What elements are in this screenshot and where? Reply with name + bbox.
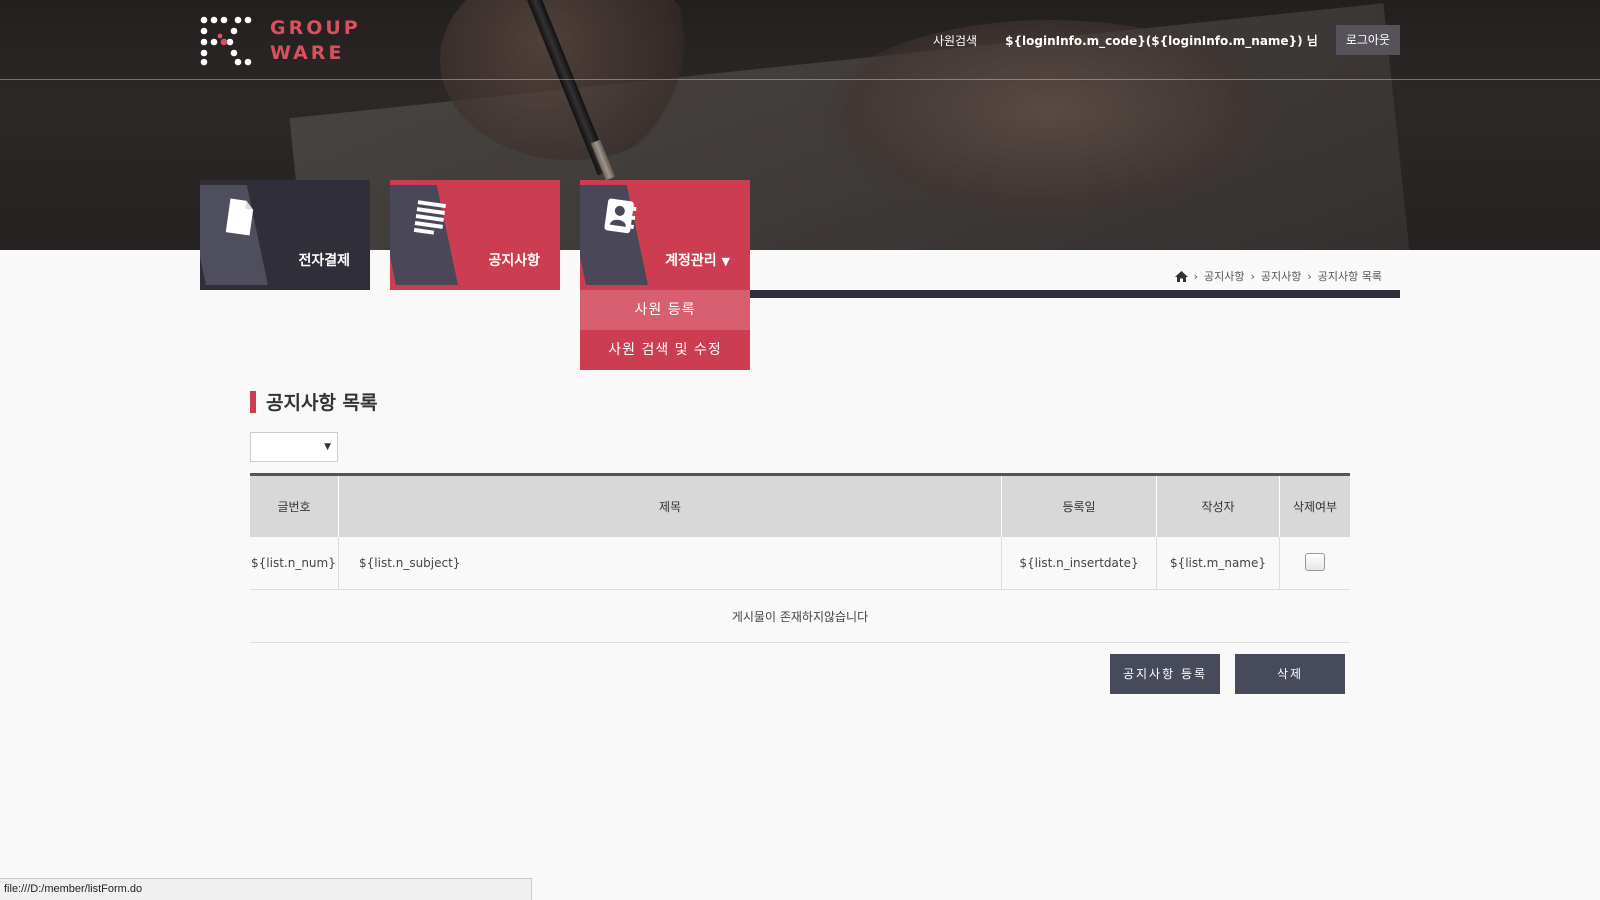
cell-date: ${list.n_insertdate} bbox=[1001, 537, 1157, 590]
breadcrumb-item[interactable]: 공지사항 bbox=[1261, 268, 1301, 284]
contact-book-icon bbox=[604, 198, 637, 234]
breadcrumb: › 공지사항 › 공지사항 › 공지사항 목록 bbox=[1174, 268, 1382, 284]
table-row-empty: 게시물이 존재하지않습니다 bbox=[250, 589, 1350, 643]
caret-down-icon: ▼ bbox=[721, 255, 730, 268]
list-document-icon bbox=[413, 200, 446, 235]
breadcrumb-item[interactable]: 공지사항 bbox=[1204, 268, 1244, 284]
tile-notice[interactable]: 공지사항 bbox=[390, 180, 560, 290]
tile-notice-label: 공지사항 bbox=[488, 253, 540, 269]
logo-text: GROUP WARE bbox=[270, 17, 361, 64]
tile-approval[interactable]: 전자결제 bbox=[200, 180, 370, 290]
home-icon[interactable] bbox=[1174, 270, 1188, 282]
page-title-text: 공지사항 목록 bbox=[266, 392, 378, 414]
breadcrumb-item-current: 공지사항 목록 bbox=[1317, 270, 1382, 283]
col-header-author: 작성자 bbox=[1156, 474, 1280, 537]
document-icon bbox=[225, 198, 254, 236]
chevron-right-icon: › bbox=[1307, 269, 1312, 283]
table-row: ${list.n_num} ${list.n_subject} ${list.n… bbox=[250, 537, 1350, 590]
chevron-right-icon: › bbox=[1250, 269, 1255, 283]
logout-button[interactable]: 로그아웃 bbox=[1335, 25, 1400, 55]
account-submenu: 사원 등록 사원 검색 및 수정 bbox=[580, 290, 750, 370]
col-header-subject: 제목 bbox=[338, 474, 1002, 537]
tile-account[interactable]: 계정관리 ▼ bbox=[580, 180, 750, 290]
cell-delete bbox=[1279, 537, 1350, 590]
page-title: 공지사항 목록 bbox=[250, 388, 378, 415]
col-header-num: 글번호 bbox=[250, 474, 339, 537]
col-header-date: 등록일 bbox=[1001, 474, 1157, 537]
cell-author: ${list.m_name} bbox=[1156, 537, 1280, 590]
title-accent-bar bbox=[250, 390, 256, 413]
submenu-item-search-edit[interactable]: 사원 검색 및 수정 bbox=[580, 330, 750, 370]
register-notice-button[interactable]: 공지사항 등록 bbox=[1110, 654, 1220, 694]
header-nav: 사원검색 ${loginInfo.m_code}(${loginInfo.m_n… bbox=[933, 25, 1400, 55]
empty-message: 게시물이 존재하지않습니다 bbox=[250, 589, 1350, 643]
user-greeting: ${loginInfo.m_code}(${loginInfo.m_name})… bbox=[1005, 33, 1318, 48]
delete-button[interactable]: 삭제 bbox=[1235, 654, 1345, 694]
submenu-item-register[interactable]: 사원 등록 bbox=[580, 290, 750, 330]
cell-num: ${list.n_num} bbox=[250, 537, 339, 590]
tile-approval-label: 전자결제 bbox=[298, 253, 350, 269]
browser-status-bar: file:///D:/member/listForm.do bbox=[0, 878, 532, 900]
cell-subject[interactable]: ${list.n_subject} bbox=[338, 537, 1002, 590]
notice-table: 글번호 제목 등록일 작성자 삭제여부 ${list.n_num} ${list… bbox=[250, 473, 1350, 643]
chevron-right-icon: › bbox=[1193, 269, 1198, 283]
dropdown-caret-icon: ▼ bbox=[324, 442, 331, 452]
logo[interactable]: GROUP WARE bbox=[200, 16, 358, 66]
header-divider bbox=[0, 79, 1600, 80]
tile-account-label: 계정관리 ▼ bbox=[665, 253, 730, 269]
filter-select[interactable]: ▼ bbox=[250, 432, 338, 462]
col-header-delete: 삭제여부 bbox=[1279, 474, 1350, 537]
section-divider bbox=[750, 290, 1400, 298]
employee-search-link[interactable]: 사원검색 bbox=[933, 32, 977, 49]
table-header-row: 글번호 제목 등록일 작성자 삭제여부 bbox=[250, 474, 1350, 537]
delete-checkbox[interactable] bbox=[1305, 552, 1325, 571]
logo-mark-icon bbox=[200, 16, 252, 66]
